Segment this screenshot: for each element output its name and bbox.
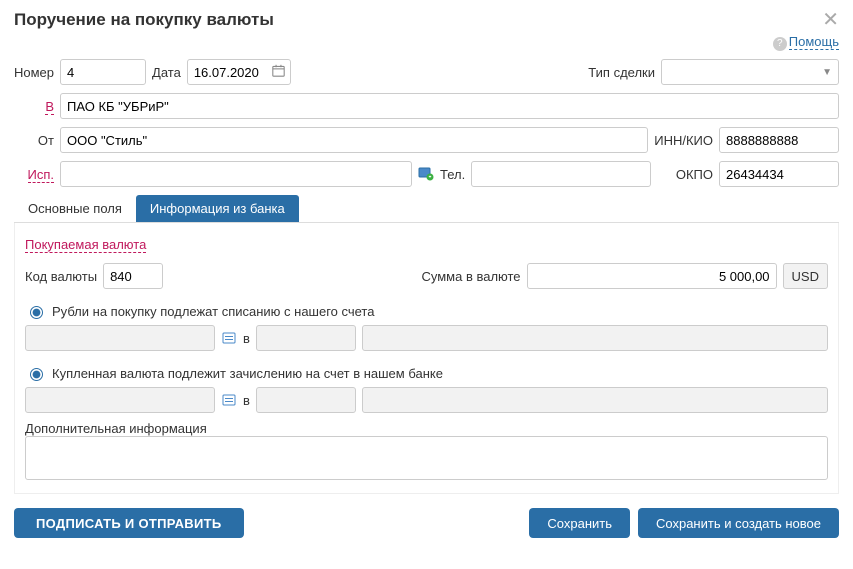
debit-radio[interactable]: [30, 306, 43, 319]
save-button[interactable]: Сохранить: [529, 508, 630, 538]
tel-label: Тел.: [440, 167, 465, 182]
credit-bank-code-input[interactable]: [256, 387, 356, 413]
buy-currency-section[interactable]: Покупаемая валюта: [25, 237, 146, 253]
credit-bank-name-input[interactable]: [362, 387, 828, 413]
isp-input[interactable]: [60, 161, 412, 187]
date-label: Дата: [152, 65, 181, 80]
contact-icon[interactable]: [418, 167, 434, 181]
currency-code-input[interactable]: [103, 263, 163, 289]
from-label: От: [14, 133, 54, 148]
currency-badge: USD: [783, 263, 828, 289]
sign-send-button[interactable]: ПОДПИСАТЬ И ОТПРАВИТЬ: [14, 508, 244, 538]
isp-label[interactable]: Исп.: [28, 167, 55, 183]
inn-input[interactable]: [719, 127, 839, 153]
debit-bank-name-input[interactable]: [362, 325, 828, 351]
help-icon: ?: [773, 37, 787, 51]
page-title: Поручение на покупку валюты: [14, 10, 274, 30]
close-icon[interactable]: ✕: [822, 10, 839, 30]
deal-type-select[interactable]: ▼: [661, 59, 839, 85]
calendar-icon[interactable]: [272, 64, 285, 80]
credit-radio-label: Купленная валюта подлежит зачислению на …: [52, 366, 443, 381]
bank-input[interactable]: [60, 93, 839, 119]
okpo-label: ОКПО: [676, 167, 713, 182]
currency-code-label: Код валюты: [25, 269, 97, 284]
chevron-down-icon: ▼: [822, 67, 832, 78]
tab-bank-info[interactable]: Информация из банка: [136, 195, 299, 222]
addinfo-label: Дополнительная информация: [25, 421, 207, 436]
debit-account-input[interactable]: [25, 325, 215, 351]
deal-type-label: Тип сделки: [588, 65, 655, 80]
credit-account-input[interactable]: [25, 387, 215, 413]
inn-label: ИНН/КИО: [654, 133, 713, 148]
addinfo-textarea[interactable]: [25, 436, 828, 480]
from-input[interactable]: [60, 127, 648, 153]
debit-v-label: в: [243, 331, 250, 346]
credit-v-label: в: [243, 393, 250, 408]
debit-note-icon[interactable]: [221, 331, 237, 345]
amount-input[interactable]: [527, 263, 777, 289]
tab-main[interactable]: Основные поля: [14, 195, 136, 222]
tel-input[interactable]: [471, 161, 651, 187]
debit-radio-label: Рубли на покупку подлежат списанию с наш…: [52, 304, 374, 319]
number-label: Номер: [14, 65, 54, 80]
number-input[interactable]: [60, 59, 146, 85]
in-label[interactable]: В: [45, 99, 54, 115]
credit-radio[interactable]: [30, 368, 43, 381]
amount-label: Сумма в валюте: [421, 269, 520, 284]
help-link[interactable]: Помощь: [789, 34, 839, 50]
save-and-new-button[interactable]: Сохранить и создать новое: [638, 508, 839, 538]
credit-note-icon[interactable]: [221, 393, 237, 407]
debit-bank-code-input[interactable]: [256, 325, 356, 351]
okpo-input[interactable]: [719, 161, 839, 187]
